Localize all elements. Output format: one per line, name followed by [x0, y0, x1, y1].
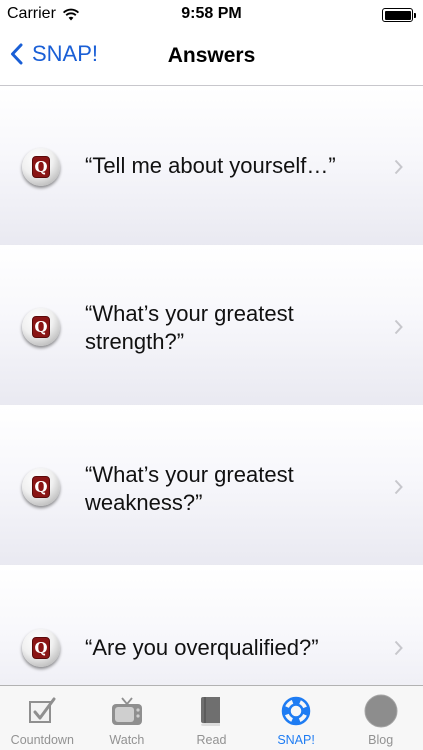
q-icon: Q — [22, 468, 60, 506]
tab-snap[interactable]: SNAP! — [254, 686, 339, 750]
q-icon: Q — [22, 148, 60, 186]
blog-icon — [364, 694, 398, 728]
question-text: “Tell me about yourself…” — [85, 153, 336, 178]
question-row-strength[interactable]: Q “What’s your greatest strength?” — [0, 247, 423, 407]
q-icon: Q — [22, 308, 60, 346]
chevron-right-icon — [394, 640, 403, 656]
question-text: “What’s your greatest weakness?” — [85, 462, 294, 515]
question-text: “What’s your greatest strength?” — [85, 301, 294, 354]
tab-read[interactable]: Read — [169, 686, 254, 750]
tab-label: SNAP! — [277, 733, 315, 747]
tab-label: Watch — [109, 733, 145, 747]
book-icon — [194, 694, 228, 728]
lifebuoy-icon — [279, 694, 313, 728]
navigation-bar: SNAP! Answers — [0, 30, 423, 86]
tv-icon — [110, 694, 144, 728]
q-icon-letter: Q — [34, 317, 48, 336]
question-list: Q “Tell me about yourself…” Q “What’s yo… — [0, 87, 423, 685]
answers-screen: Carrier 9:58 PM SNAP! Answers Q “Tell me… — [0, 0, 423, 750]
page-title: Answers — [167, 44, 256, 67]
battery-icon — [382, 8, 416, 22]
tab-blog[interactable]: Blog — [338, 686, 423, 750]
q-icon: Q — [22, 629, 60, 667]
question-row-weakness[interactable]: Q “What’s your greatest weakness?” — [0, 407, 423, 567]
question-row-overqualified[interactable]: Q “Are you overqualified?” — [0, 567, 423, 685]
question-row-yourself[interactable]: Q “Tell me about yourself…” — [0, 87, 423, 247]
q-icon-letter: Q — [34, 477, 48, 496]
tab-label: Read — [196, 733, 227, 747]
question-text: “Are you overqualified?” — [85, 635, 319, 660]
tab-bar: Countdown Watch Read SNAP! Blog — [0, 685, 423, 750]
q-icon-letter: Q — [34, 638, 48, 657]
tab-countdown[interactable]: Countdown — [0, 686, 85, 750]
tab-label: Countdown — [10, 733, 74, 747]
chevron-right-icon — [394, 159, 403, 175]
checkbox-icon — [25, 694, 59, 728]
chevron-right-icon — [394, 319, 403, 335]
tab-label: Blog — [368, 733, 394, 747]
status-time: 9:58 PM — [181, 5, 242, 22]
q-icon-letter: Q — [34, 157, 48, 176]
tab-watch[interactable]: Watch — [85, 686, 170, 750]
chevron-right-icon — [394, 479, 403, 495]
status-bar: Carrier 9:58 PM — [0, 0, 423, 30]
